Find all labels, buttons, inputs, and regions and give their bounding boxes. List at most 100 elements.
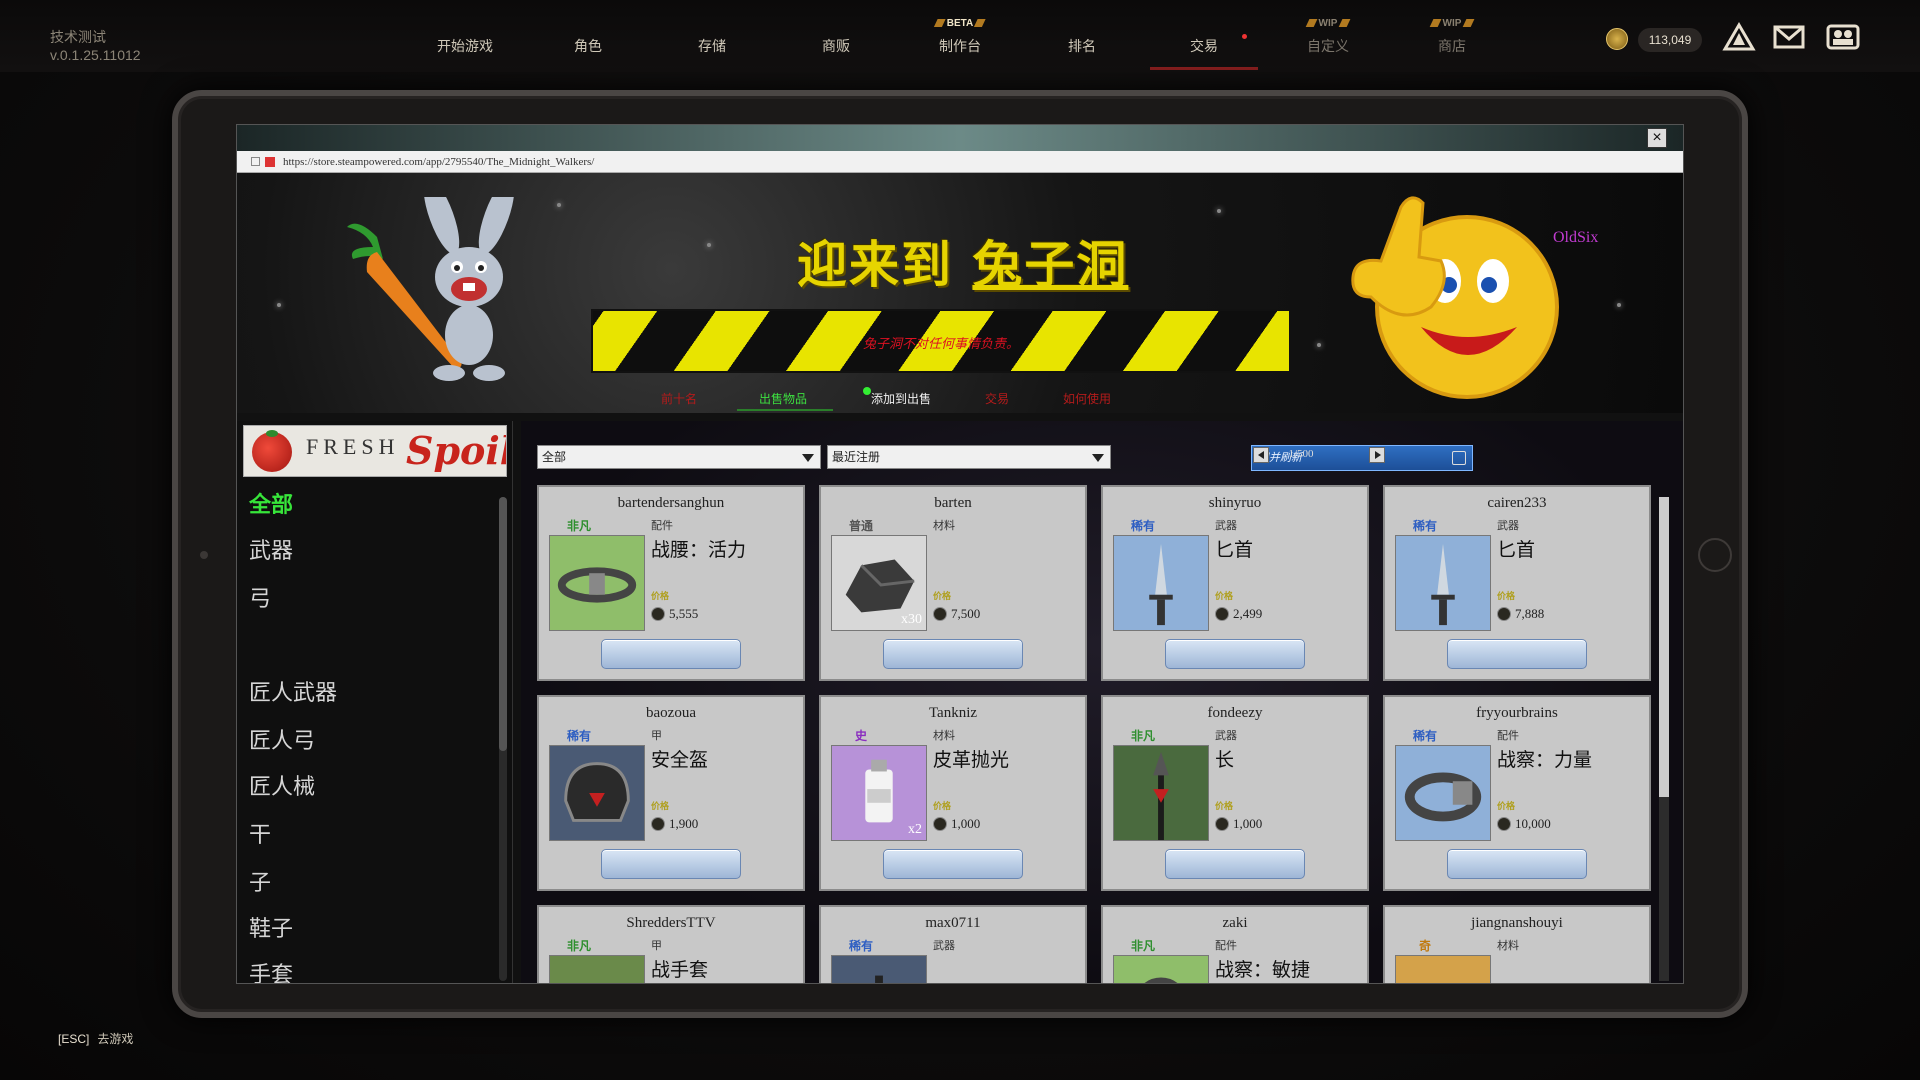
item-type: 配件 [1497,730,1519,742]
buy-button[interactable] [1165,849,1305,879]
window-titlebar: × [237,125,1683,151]
item-price: 5,555 [669,606,699,621]
item-thumbnail[interactable] [831,955,927,983]
category-item[interactable]: 干 [249,817,271,849]
buy-button[interactable] [1165,639,1305,669]
listing-card[interactable]: fondeezy 非凡 武器长价格 1,000 [1101,695,1369,891]
item-thumbnail[interactable]: x2 [831,745,927,841]
category-item[interactable]: 武器 [249,533,293,565]
listing-card[interactable]: shinyruo 稀有 武器 匕首 价格 2,499 [1101,485,1369,681]
nav-tab-7[interactable]: 自定义 [1307,36,1349,56]
mail-icon[interactable] [1772,22,1806,52]
buy-button[interactable] [601,849,741,879]
nav-tab-6[interactable]: 交易 [1190,36,1218,56]
chevron-down-icon [802,454,814,462]
close-button[interactable]: × [1647,128,1667,148]
sidebar-scrollbar[interactable] [499,497,507,981]
coin-icon [1497,607,1511,621]
tablet-home-button[interactable] [1698,538,1732,572]
address-bar[interactable]: https://store.steampowered.com/app/27955… [237,151,1683,173]
listing-card[interactable]: bartendersanghun 非凡 配件 战腰：活力 价格 5,555 [537,485,805,681]
item-thumbnail[interactable]: x30 [831,535,927,631]
rarity-label: 非凡 [566,519,592,533]
market-tab-3[interactable]: 交易 [985,390,1009,407]
nav-badge: WIP [1305,18,1352,29]
weapon-icon [832,956,926,983]
listing-card[interactable]: zaki 非凡 配件 战察：敏捷 [1101,905,1369,983]
category-item[interactable]: 弓 [249,581,271,613]
listings-grid: bartendersanghun 非凡 配件 战腰：活力 价格 5,555 barten 普通… [521,485,1683,983]
username-label: OldSix [1553,229,1599,246]
nav-tab-4[interactable]: 制作台 [939,36,981,56]
party-icon[interactable] [1826,22,1860,52]
nav-tab-0[interactable]: 开始游戏 [437,36,493,56]
warning-triangle-icon[interactable] [1722,22,1756,52]
price-label: 价格 [933,591,952,601]
nav-tab-1[interactable]: 角色 [574,36,602,56]
item-thumbnail[interactable] [1113,955,1209,983]
nav-tab-8[interactable]: 商店 [1438,36,1466,56]
rarity-label: 非凡 [566,939,592,953]
bracelet-icon [1396,746,1490,840]
listing-card[interactable]: baozoua 稀有 甲安全盔 价格 1,900 [537,695,805,891]
nav-tab-3[interactable]: 商贩 [822,36,850,56]
escape-hint[interactable]: [ESC] 去游戏 [58,1030,133,1047]
item-thumbnail[interactable] [1113,535,1209,631]
category-filter-dropdown[interactable]: 全部 [537,445,821,469]
market-tab-0[interactable]: 前十名 [661,390,697,407]
buy-button[interactable] [601,639,741,669]
category-item[interactable]: 全部 [249,487,293,519]
item-thumbnail[interactable] [549,955,645,983]
rarity-label: 奇 [1418,939,1432,953]
item-thumbnail[interactable] [1113,745,1209,841]
listing-card[interactable]: jiangnanshouyi 奇 材料 [1383,905,1651,983]
item-name: 战手套 [651,959,709,981]
coin-icon [651,817,665,831]
nav-tab-2[interactable]: 存储 [698,36,726,56]
item-price: 7,500 [951,606,981,621]
listings-scrollbar[interactable] [1659,497,1669,981]
url-text: https://store.steampowered.com/app/27955… [283,156,595,168]
glove-icon [550,956,644,983]
category-item[interactable]: 匠人械 [249,769,315,801]
category-item[interactable]: 鞋子 [249,911,293,943]
buy-button[interactable] [1447,639,1587,669]
buy-button[interactable] [883,639,1023,669]
rarity-label: 稀有 [1130,519,1156,533]
price-label: 价格 [1497,801,1516,811]
belt-icon [550,536,644,630]
listing-card[interactable]: barten 普通 材料 x30 价格 7,500 [819,485,1087,681]
item-type: 武器 [1497,520,1519,532]
listing-card[interactable]: cairen233 稀有 武器 匕首 价格 7,888 [1383,485,1651,681]
notification-dot [1242,34,1247,39]
listing-card[interactable]: max0711 稀有 武器 [819,905,1087,983]
buy-button[interactable] [883,849,1023,879]
market-tab-4[interactable]: 如何使用 [1063,390,1111,407]
price-label: 价格 [1215,801,1234,811]
item-type: 材料 [1497,940,1519,952]
item-thumbnail[interactable] [1395,535,1491,631]
item-thumbnail[interactable] [1395,745,1491,841]
sort-dropdown[interactable]: 最近注册 [827,445,1111,469]
hazard-stripe: 兔子洞不对任何事情负责。 [591,309,1291,373]
refresh-icon[interactable] [1452,451,1466,465]
listing-card[interactable]: fryyourbrains 稀有 配件 战察：力量 价格 10,000 [1383,695,1651,891]
next-page-button[interactable] [1369,447,1385,463]
nav-tab-5[interactable]: 排名 [1068,36,1096,56]
item-name: 战察：力量 [1497,749,1593,771]
sidebar-scrollbar-thumb[interactable] [499,497,507,751]
buy-button[interactable] [1447,849,1587,879]
listings-panel: 全部 最近注册 用并刷新 1/500 bartendersanghun 非凡 配件战… [521,421,1683,983]
listing-card[interactable]: Tankniz 史 材料 x2 皮革抛光 价格 1,000 [819,695,1087,891]
category-item[interactable]: 手套 [249,957,293,983]
category-item[interactable]: 匠人武器 [249,675,337,707]
listing-card[interactable]: ShreddersTTV 非凡 甲战手套 [537,905,805,983]
item-thumbnail[interactable] [549,745,645,841]
item-thumbnail[interactable] [1395,955,1491,983]
item-thumbnail[interactable] [549,535,645,631]
market-tab-1[interactable]: 出售物品 [759,390,807,407]
category-item[interactable]: 匠人弓 [249,723,315,755]
listings-scrollbar-thumb[interactable] [1659,497,1669,797]
category-item[interactable]: 子 [249,865,271,897]
market-tab-2[interactable]: 添加到出售 [871,390,931,407]
